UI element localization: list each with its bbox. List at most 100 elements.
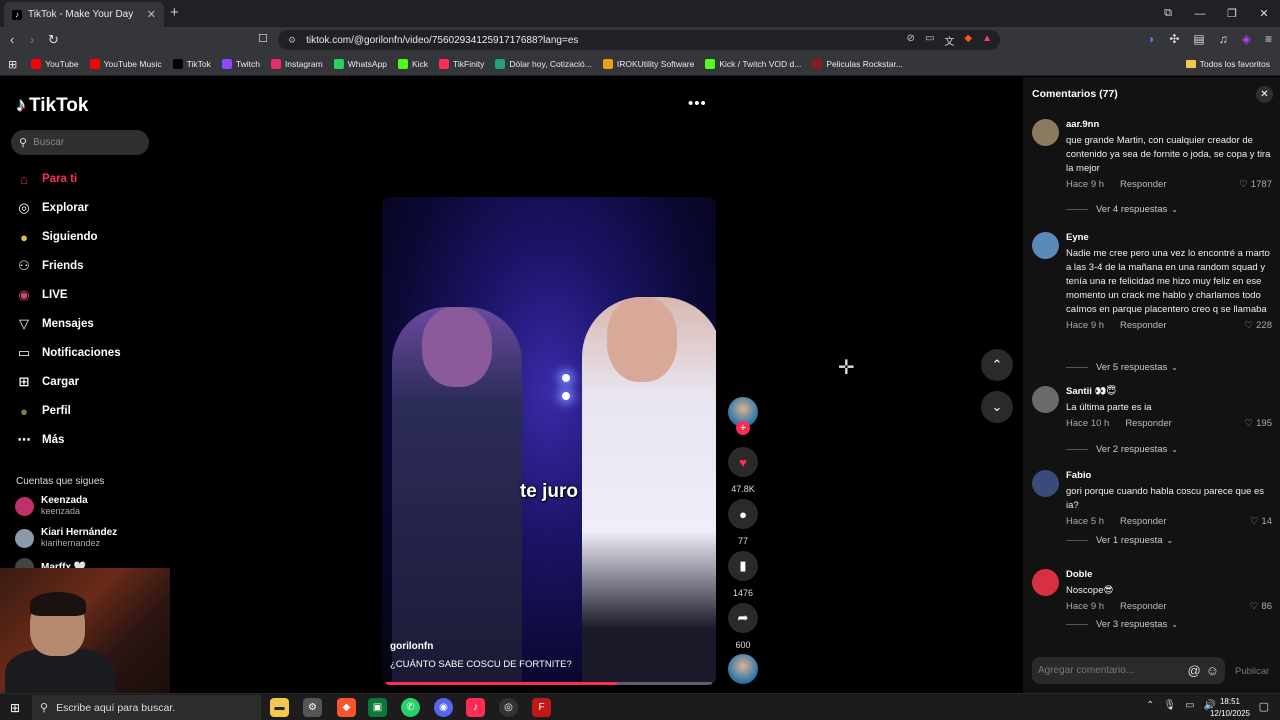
bookmark-item[interactable]: Peliculas Rockstar... (812, 59, 903, 69)
view-replies-button[interactable]: Ver 4 respuestas ⌄ (1066, 204, 1178, 215)
next-video-icon[interactable]: ⌄ (981, 391, 1013, 423)
reply-button[interactable]: Responder (1120, 516, 1166, 527)
sidebar-item-friends[interactable]: ⚇ Friends (15, 256, 83, 276)
minimize-icon[interactable]: — (1184, 0, 1216, 27)
menu-icon[interactable]: ≡ (1265, 32, 1272, 46)
sidebar-item-notificaciones[interactable]: ▭ Notificaciones (15, 343, 121, 363)
vpn-icon[interactable]: ◈ (1242, 32, 1251, 46)
sidebar-item-para-ti[interactable]: ⌂ Para ti (15, 169, 77, 189)
discord-icon[interactable]: ◉ (434, 698, 453, 717)
avatar[interactable] (1032, 386, 1059, 413)
notifications-center-icon[interactable]: ▢ (1259, 700, 1269, 713)
bookmark-item[interactable]: WhatsApp (333, 59, 387, 69)
all-bookmarks[interactable]: Todos los favoritos (1185, 59, 1270, 69)
view-replies-button[interactable]: Ver 2 respuestas ⌄ (1066, 444, 1178, 455)
view-replies-button[interactable]: Ver 3 respuestas ⌄ (1066, 619, 1178, 630)
comment-like-button[interactable]: ♡ 195 (1245, 418, 1272, 429)
tab-close-icon[interactable]: ✕ (147, 8, 156, 21)
bookmark-item[interactable]: Dólar hoy, Cotizació... (495, 59, 592, 69)
microphone-icon[interactable]: 🎙 (1163, 700, 1176, 711)
forward-icon[interactable]: › (30, 32, 34, 47)
rewards-icon[interactable]: ▲ (982, 33, 992, 48)
sidebar-item-mensajes[interactable]: ▽ Mensajes (15, 314, 94, 334)
app-gear-icon[interactable]: ⚙ (303, 698, 322, 717)
view-replies-button[interactable]: Ver 5 respuestas ⌄ (1066, 362, 1178, 373)
bookmark-page-icon[interactable]: ☐ (258, 32, 268, 45)
whatsapp-icon[interactable]: ✆ (401, 698, 420, 717)
sidebar-item-siguiendo[interactable]: ● Siguiendo (15, 227, 98, 247)
close-window-icon[interactable]: ✕ (1248, 0, 1280, 27)
avatar[interactable] (1032, 569, 1059, 596)
like-icon[interactable]: ♥ (728, 447, 758, 477)
bookmark-item[interactable]: Instagram (270, 59, 323, 69)
followed-account[interactable]: Kiari Hernández kiarihernandez (15, 527, 117, 549)
author-avatar-button[interactable]: + (727, 397, 759, 435)
more-options-icon[interactable]: ••• (688, 95, 707, 112)
extensions-icon[interactable]: ⧉ (1152, 0, 1184, 27)
comment-icon[interactable]: ● (728, 499, 758, 529)
maximize-icon[interactable]: ❐ (1216, 0, 1248, 27)
sidebar-item-live[interactable]: ◉ LIVE (15, 285, 67, 305)
search-input[interactable] (33, 137, 134, 148)
bookmark-item[interactable]: TikFinity (439, 59, 484, 69)
previous-video-icon[interactable]: ⌃ (981, 349, 1013, 381)
bookmark-item[interactable]: YouTube Music (89, 59, 162, 69)
site-info-icon[interactable]: ⚙ (288, 35, 296, 46)
followed-account[interactable]: Keenzada keenzada (15, 495, 88, 517)
bookmark-item[interactable]: TikTok (172, 59, 211, 69)
search-box[interactable]: ⚲ (11, 130, 149, 155)
file-explorer-icon[interactable]: ▬ (270, 698, 289, 717)
sidebar-item-explorar[interactable]: ◎ Explorar (15, 198, 88, 218)
comment-username[interactable]: Santii 👀😇 (1066, 386, 1272, 397)
sidebar-item-perfil[interactable]: ● Perfil (15, 401, 71, 421)
comment-username[interactable]: aar.9nn (1066, 119, 1272, 130)
close-comments-icon[interactable]: ✕ (1256, 86, 1273, 103)
reply-button[interactable]: Responder (1120, 601, 1166, 612)
comment-input[interactable] (1038, 665, 1183, 676)
reply-button[interactable]: Responder (1125, 418, 1171, 429)
avatar[interactable] (1032, 232, 1059, 259)
new-tab-icon[interactable]: + (170, 4, 179, 21)
brave-shield-icon[interactable]: ◆ (964, 33, 972, 48)
sidebar-item-más[interactable]: ⋯ Más (15, 430, 65, 450)
media-icon[interactable]: ♫ (1219, 32, 1228, 46)
taskbar-search[interactable]: ⚲ Escribe aquí para buscar. (32, 695, 261, 720)
tiktok-app-icon[interactable]: ♪ (466, 698, 485, 717)
video-author[interactable]: gorilonfn (390, 641, 433, 652)
no-tracking-icon[interactable]: ⊘ (907, 33, 915, 48)
translate-icon[interactable]: 文 (944, 33, 954, 48)
avatar[interactable] (1032, 119, 1059, 146)
bookmark-item[interactable]: Twitch (221, 59, 260, 69)
sidebar-icon[interactable]: ▤ (1193, 32, 1204, 46)
comment-username[interactable]: Fabio (1066, 470, 1272, 481)
reply-button[interactable]: Responder (1120, 320, 1166, 331)
share-icon[interactable]: ➦ (728, 603, 758, 633)
video-progress-bar[interactable] (386, 682, 712, 685)
comment-like-button[interactable]: ♡ 86 (1250, 601, 1272, 612)
browser-tab[interactable]: ♪ TikTok - Make Your Day ✕ (4, 2, 164, 27)
comment-username[interactable]: Doble (1066, 569, 1272, 580)
reply-button[interactable]: Responder (1120, 179, 1166, 190)
mention-icon[interactable]: @ (1188, 663, 1201, 678)
publish-button[interactable]: Publicar (1235, 666, 1269, 677)
avatar[interactable] (1032, 470, 1059, 497)
comment-input-box[interactable]: @ ☺ (1032, 657, 1225, 684)
video-player[interactable]: te juro gorilonfn ¿CUÁNTO SABE COSCU DE … (382, 197, 716, 685)
network-icon[interactable]: ▭ (1185, 700, 1194, 711)
windows-start-icon[interactable]: ⊞ (10, 701, 20, 715)
comment-like-button[interactable]: ♡ 14 (1250, 516, 1272, 527)
tray-chevron-icon[interactable]: ⌃ (1146, 700, 1154, 711)
brave-browser-icon[interactable]: ◆ (337, 698, 356, 717)
sound-avatar[interactable] (727, 654, 759, 684)
bookmark-item[interactable]: Kick (397, 59, 428, 69)
comment-like-button[interactable]: ♡ 228 (1245, 320, 1272, 331)
sidebar-item-cargar[interactable]: ⊞ Cargar (15, 372, 80, 392)
bookmark-item[interactable]: IROKUtility Software (602, 59, 694, 69)
bookmark-item[interactable]: YouTube (31, 59, 79, 69)
follow-plus-icon[interactable]: + (736, 421, 750, 435)
taskbar-clock[interactable]: 18:51 12/10/2025 (1210, 696, 1250, 720)
back-icon[interactable]: ‹ (10, 32, 14, 47)
cast-icon[interactable]: ▭ (925, 33, 934, 48)
emoji-icon[interactable]: ☺ (1206, 663, 1219, 678)
view-replies-button[interactable]: Ver 1 respuesta ⌄ (1066, 535, 1173, 546)
